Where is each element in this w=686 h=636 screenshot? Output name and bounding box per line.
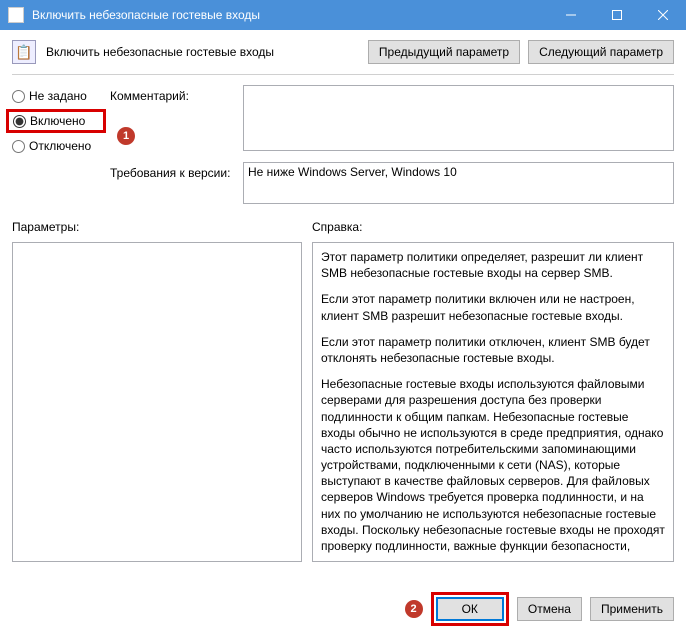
previous-setting-button[interactable]: Предыдущий параметр: [368, 40, 520, 64]
comment-label: Комментарий:: [110, 85, 235, 103]
supported-label: Требования к версии:: [110, 162, 235, 180]
radio-disabled[interactable]: Отключено: [12, 139, 102, 153]
radio-not-configured[interactable]: Не задано: [12, 89, 102, 103]
help-paragraph: Если этот параметр политики отключен, кл…: [321, 334, 665, 366]
maximize-button[interactable]: [594, 0, 640, 30]
callout-1: 1: [117, 127, 135, 145]
help-label: Справка:: [312, 220, 674, 234]
divider: [12, 74, 674, 75]
radio-not-configured-input[interactable]: [12, 90, 25, 103]
policy-title: Включить небезопасные гостевые входы: [46, 45, 358, 59]
close-button[interactable]: [640, 0, 686, 30]
help-paragraph: Если этот параметр политики включен или …: [321, 291, 665, 323]
header: 📋 Включить небезопасные гостевые входы П…: [0, 30, 686, 68]
supported-box: Не ниже Windows Server, Windows 10: [243, 162, 674, 204]
ok-button[interactable]: ОК: [436, 597, 504, 621]
radio-disabled-input[interactable]: [12, 140, 25, 153]
highlight-annotation: ОК: [431, 592, 509, 626]
cancel-button[interactable]: Отмена: [517, 597, 582, 621]
radio-disabled-label: Отключено: [29, 139, 91, 153]
help-paragraph: Этот параметр политики определяет, разре…: [321, 249, 665, 281]
window-title: Включить небезопасные гостевые входы: [32, 8, 548, 22]
help-box[interactable]: Этот параметр политики определяет, разре…: [312, 242, 674, 562]
options-box[interactable]: [12, 242, 302, 562]
callout-2: 2: [405, 600, 423, 618]
radio-enabled-input[interactable]: [13, 115, 26, 128]
highlight-annotation: Включено: [6, 109, 106, 133]
titlebar: Включить небезопасные гостевые входы: [0, 0, 686, 30]
state-radio-group: Не задано Включено Отключено: [12, 85, 102, 212]
help-paragraph: Небезопасные гостевые входы используются…: [321, 376, 665, 554]
radio-not-configured-label: Не задано: [29, 89, 87, 103]
radio-enabled-label: Включено: [30, 114, 85, 128]
apply-button[interactable]: Применить: [590, 597, 674, 621]
minimize-button[interactable]: [548, 0, 594, 30]
supported-value: Не ниже Windows Server, Windows 10: [248, 165, 457, 179]
app-icon: [8, 7, 24, 23]
policy-icon: 📋: [12, 40, 36, 64]
radio-enabled[interactable]: Включено: [13, 114, 99, 128]
options-label: Параметры:: [12, 220, 302, 234]
comment-textarea[interactable]: [243, 85, 674, 151]
footer: 2 ОК Отмена Применить: [405, 592, 674, 626]
next-setting-button[interactable]: Следующий параметр: [528, 40, 674, 64]
